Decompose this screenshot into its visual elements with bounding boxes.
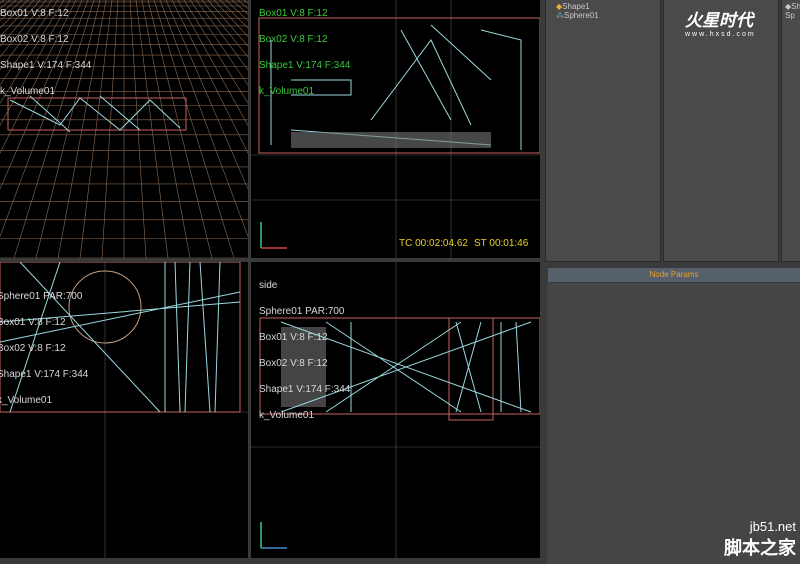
- logo: 火星时代 www.hxsd.com: [685, 11, 756, 38]
- viewport-side[interactable]: side Sphere01 PAR:700 Box01 V:8 F:12 Box…: [251, 262, 540, 558]
- tree-item-sphere01[interactable]: ⁂Sphere01: [556, 11, 599, 20]
- info-line: Shape1 V:174 F:344: [0, 60, 92, 71]
- info-line: Box01 V:8 F:12: [259, 8, 328, 19]
- info-line: Shape1 V:174 F:344: [259, 60, 351, 71]
- tree-item-shape1[interactable]: ◆Shape1: [556, 2, 599, 11]
- sphere-icon: ⁂: [556, 11, 564, 20]
- info-line: k_Volume01: [0, 86, 56, 97]
- viewport-front[interactable]: Box01 V:8 F:12 Box02 V:8 F:12 Shape1 V:1…: [251, 0, 540, 258]
- panel-middle: [663, 0, 779, 262]
- viewport-perspective[interactable]: Box01 V:8 F:12 Box02 V:8 F:12 Shape1 V:1…: [0, 0, 248, 258]
- node-params-title: Node Params: [649, 270, 699, 279]
- viewport-top[interactable]: Sphere01 PAR:700 Box01 V:8 F:12 Box02 V:…: [0, 262, 248, 558]
- info-line: Box02 V:8 F:12: [259, 34, 328, 45]
- node-params-header[interactable]: Node Params: [548, 268, 800, 282]
- info-line: Box02 V:8 F:12: [0, 34, 69, 45]
- info-line: Box01 V:8 F:12: [0, 8, 69, 19]
- info-line: Sphere01 PAR:700: [259, 306, 345, 317]
- tree-item[interactable]: ◆Sh: [785, 2, 800, 11]
- info-line: Shape1 V:174 F:344: [0, 369, 89, 380]
- view-name: side: [259, 280, 278, 291]
- info-line: k_Volume01: [259, 86, 315, 97]
- sim-time: ST 00:01:46: [474, 238, 529, 249]
- info-line: Box02 V:8 F:12: [259, 358, 328, 369]
- info-line: Box02 V:8 F:12: [0, 343, 66, 354]
- panel-right: [781, 0, 800, 262]
- info-line: k_Volume01: [259, 410, 315, 421]
- info-line: Shape1 V:174 F:344: [259, 384, 351, 395]
- info-line: Box01 V:8 F:12: [0, 317, 66, 328]
- scene-tree-panel[interactable]: [545, 0, 661, 262]
- tree-item[interactable]: Sp: [785, 11, 800, 20]
- watermark: jb51.net 脚本之家: [724, 519, 796, 558]
- timecode: TC 00:02:04.62: [399, 238, 468, 249]
- info-line: Box01 V:8 F:12: [259, 332, 328, 343]
- info-line: Sphere01 PAR:700: [0, 291, 83, 302]
- info-line: k_Volume01: [0, 395, 53, 406]
